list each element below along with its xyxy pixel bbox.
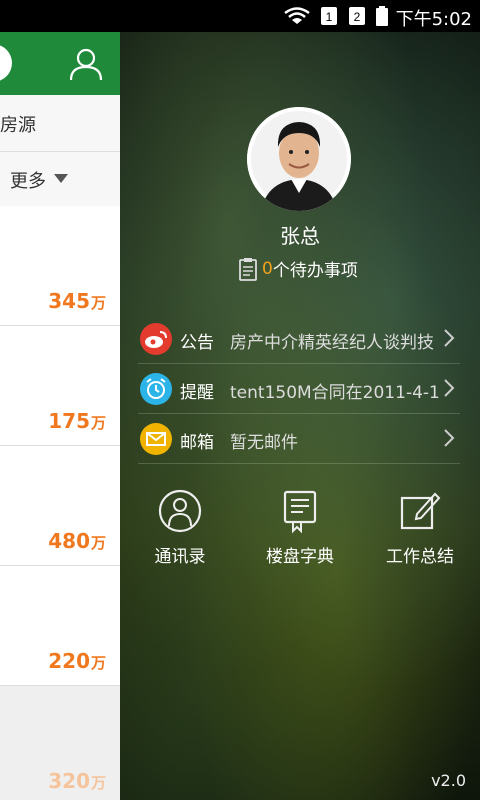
notification-rows: 公告 房产中介精英经纪人谈判技 提醒 tent150M合同在2011-4-1 邮… bbox=[138, 314, 460, 464]
edit-icon bbox=[400, 492, 441, 530]
svg-text:2: 2 bbox=[354, 10, 361, 24]
contacts-icon bbox=[158, 489, 202, 533]
list-item[interactable]: 175万 bbox=[0, 326, 120, 446]
announcement-label: 公告 bbox=[180, 333, 214, 353]
status-icons: 1 2 bbox=[284, 6, 388, 26]
list-item[interactable]: 320万 bbox=[0, 686, 120, 800]
list-item[interactable]: 345万 bbox=[0, 206, 120, 326]
filter-row[interactable]: 更多 bbox=[0, 152, 120, 207]
alarm-icon bbox=[140, 373, 172, 405]
work-summary-button[interactable]: 工作总结 bbox=[360, 484, 480, 567]
list-item[interactable]: 480万 bbox=[0, 446, 120, 566]
price-label: 345万 bbox=[48, 289, 106, 313]
mailbox-label: 邮箱 bbox=[180, 433, 214, 453]
house-list: 345万 175万 480万 220万 320万 bbox=[0, 206, 120, 800]
status-time: 下午5:02 bbox=[395, 9, 472, 30]
navigation-drawer: 张总 0 个待办事项 公告 房产中介精英经纪人谈判技 提醒 tent150M合同… bbox=[120, 32, 480, 800]
wifi-icon bbox=[284, 7, 310, 24]
user-icon[interactable] bbox=[68, 46, 104, 82]
mailbox-row[interactable]: 邮箱 暂无邮件 bbox=[138, 414, 460, 464]
reminder-text: tent150M合同在2011-4-1 bbox=[230, 383, 440, 403]
building-dictionary-button[interactable]: 楼盘字典 bbox=[240, 484, 360, 567]
clipboard-icon bbox=[239, 257, 257, 281]
chevron-right-icon bbox=[444, 379, 455, 397]
contacts-label: 通讯录 bbox=[154, 547, 206, 567]
search-input[interactable] bbox=[0, 44, 12, 82]
house-list-screen[interactable]: 房源 更多 345万 175万 480万 220万 320万 bbox=[0, 32, 120, 800]
sim-card-2-icon: 2 bbox=[349, 7, 365, 25]
avatar-image bbox=[247, 107, 351, 211]
todo-summary[interactable]: 0 个待办事项 bbox=[238, 256, 358, 281]
version-label: v2.0 bbox=[431, 771, 466, 790]
chevron-right-icon bbox=[444, 329, 455, 347]
price-label: 320万 bbox=[48, 769, 106, 793]
todo-count: 0 bbox=[262, 258, 273, 279]
chevron-right-icon bbox=[444, 429, 455, 447]
mail-icon bbox=[140, 423, 172, 455]
shortcut-grid: 通讯录 楼盘字典 工作总结 bbox=[120, 484, 480, 594]
filter-more-label: 更多 bbox=[10, 171, 46, 192]
mailbox-text: 暂无邮件 bbox=[230, 433, 298, 453]
status-bar: 1 2 下午5:02 bbox=[0, 0, 480, 32]
building-dictionary-label: 楼盘字典 bbox=[266, 547, 334, 567]
todo-text: 个待办事项 bbox=[272, 261, 358, 281]
announcement-text: 房产中介精英经纪人谈判技 bbox=[230, 333, 434, 353]
svg-text:1: 1 bbox=[326, 10, 333, 24]
sim-card-icon: 1 bbox=[321, 7, 337, 25]
book-icon bbox=[283, 490, 317, 534]
price-label: 220万 bbox=[48, 649, 106, 673]
list-item[interactable]: 220万 bbox=[0, 566, 120, 686]
battery-icon bbox=[376, 6, 388, 26]
announcement-row[interactable]: 公告 房产中介精英经纪人谈判技 bbox=[138, 314, 460, 364]
contacts-button[interactable]: 通讯录 bbox=[120, 484, 240, 567]
tab-houses[interactable]: 房源 bbox=[0, 111, 36, 137]
work-summary-label: 工作总结 bbox=[386, 547, 454, 567]
weibo-icon bbox=[140, 323, 172, 355]
caret-down-icon bbox=[54, 174, 68, 183]
reminder-row[interactable]: 提醒 tent150M合同在2011-4-1 bbox=[138, 364, 460, 414]
user-name: 张总 bbox=[280, 224, 320, 248]
top-app-bar bbox=[0, 32, 120, 95]
reminder-label: 提醒 bbox=[180, 383, 214, 403]
price-label: 480万 bbox=[48, 529, 106, 553]
price-label: 175万 bbox=[48, 409, 106, 433]
avatar[interactable] bbox=[247, 107, 351, 211]
tabs-row: 房源 bbox=[0, 95, 120, 152]
